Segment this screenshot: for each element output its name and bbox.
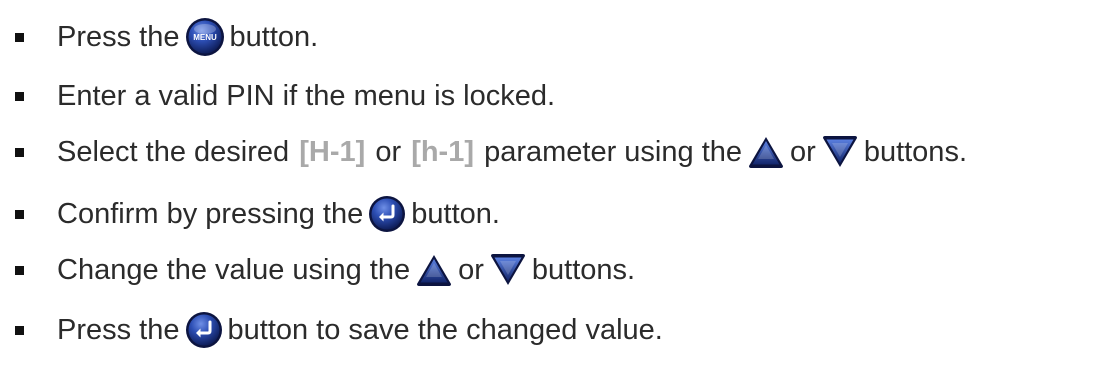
step-save-value: Press the button to save the changed val… — [0, 303, 1107, 357]
step-text: Change the value using the — [57, 253, 411, 286]
parameter-code: [H-1] — [299, 135, 366, 168]
step-text: button. — [229, 20, 319, 53]
step-text: Enter a valid PIN if the menu is locked. — [57, 79, 556, 112]
step-text: Press the — [57, 20, 180, 53]
up-arrow-button-icon — [747, 135, 785, 169]
bullet — [15, 325, 24, 335]
step-text: or — [790, 135, 816, 168]
step-text: Confirm by pressing the — [57, 197, 364, 230]
step-press-menu: Press the MENU button. — [0, 10, 1107, 64]
bullet — [15, 91, 24, 101]
step-text: or — [375, 135, 402, 168]
step-text: button to save the changed value. — [227, 313, 663, 346]
enter-button-icon — [368, 195, 406, 233]
step-text: button. — [411, 197, 500, 230]
bullet — [15, 32, 24, 42]
step-enter-pin: Enter a valid PIN if the menu is locked. — [0, 69, 1107, 123]
step-text: Press the — [57, 313, 180, 346]
bullet — [15, 209, 24, 219]
step-text: or — [458, 253, 484, 286]
up-arrow-button-icon — [415, 253, 453, 287]
step-text: parameter using the — [484, 135, 743, 168]
step-text: buttons. — [863, 135, 967, 168]
step-text: Select the desired — [57, 135, 290, 168]
step-change-value: Change the value using the or buttons. — [0, 243, 1107, 297]
bullet — [15, 265, 24, 275]
bullet — [15, 147, 24, 157]
down-arrow-button-icon — [489, 253, 527, 287]
enter-button-icon — [185, 311, 223, 349]
menu-button-icon: MENU — [185, 17, 225, 57]
step-select-parameter: Select the desired [H-1] or [h-1] parame… — [0, 125, 1107, 179]
parameter-code: [h-1] — [411, 135, 475, 168]
step-confirm: Confirm by pressing the button. — [0, 187, 1107, 241]
step-text: buttons. — [531, 253, 636, 286]
down-arrow-button-icon — [821, 135, 859, 169]
menu-button-label: MENU — [193, 33, 217, 42]
